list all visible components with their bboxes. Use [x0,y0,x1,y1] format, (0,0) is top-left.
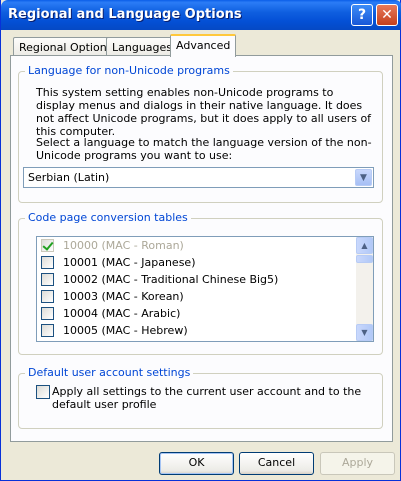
list-item[interactable]: 10002 (MAC - Traditional Chinese Big5) [41,272,351,289]
scroll-thumb[interactable] [356,255,373,263]
language-select-value: Serbian (Latin) [28,171,110,184]
help-button[interactable]: ? [351,4,373,26]
apply-default-label: Apply all settings to the current user a… [52,385,362,411]
code-page-group-title: Code page conversion tables [25,211,191,224]
title-bar[interactable]: Regional and Language Options ? ✕ [1,0,401,30]
list-item[interactable]: 10003 (MAC - Korean) [41,289,351,306]
ok-button[interactable]: OK [159,452,234,475]
code-page-list[interactable]: 10000 (MAC - Roman) 10001 (MAC - Japanes… [36,236,374,342]
tab-languages[interactable]: Languages [106,37,179,56]
list-item-label: 10002 (MAC - Traditional Chinese Big5) [63,273,279,286]
apply-button[interactable]: Apply [320,452,395,475]
dialog-window: Regional and Language Options ? ✕ Region… [0,0,401,481]
list-item[interactable]: 10005 (MAC - Hebrew) [41,323,351,340]
default-user-group-title: Default user account settings [25,366,194,379]
tab-label: Languages [112,41,173,54]
tab-label: Advanced [176,39,231,52]
non-unicode-description: This system setting enables non-Unicode … [36,86,372,138]
close-button[interactable]: ✕ [376,4,398,26]
language-select[interactable]: Serbian (Latin) ▼ [23,167,374,188]
checkbox[interactable] [41,256,54,269]
help-icon: ? [357,7,367,23]
scroll-up-arrow-icon[interactable]: ▲ [356,237,373,254]
tab-advanced[interactable]: Advanced [170,34,237,57]
list-item-label: 10003 (MAC - Korean) [63,290,184,303]
non-unicode-instruction: Select a language to match the language … [36,136,372,162]
list-item[interactable]: 10000 (MAC - Roman) [41,238,351,255]
window-title: Regional and Language Options [8,7,242,22]
list-item-label: 10000 (MAC - Roman) [63,239,184,252]
scroll-down-arrow-icon[interactable]: ▼ [356,324,373,341]
apply-default-checkbox[interactable] [36,385,50,399]
chevron-down-icon[interactable]: ▼ [355,169,372,186]
tab-label: Regional Options [19,41,113,54]
list-item-label: 10005 (MAC - Hebrew) [63,324,188,337]
list-item-label: 10001 (MAC - Japanese) [63,256,196,269]
list-item[interactable]: 10001 (MAC - Japanese) [41,255,351,272]
checkbox[interactable] [41,239,54,252]
list-item-label: 10004 (MAC - Arabic) [63,307,181,320]
non-unicode-group-title: Language for non-Unicode programs [25,64,233,77]
tab-regional-options[interactable]: Regional Options [13,37,119,56]
list-item[interactable]: 10004 (MAC - Arabic) [41,306,351,323]
checkbox[interactable] [41,290,54,303]
vertical-scrollbar[interactable]: ▲ ▼ [356,237,373,341]
close-icon: ✕ [381,7,393,23]
cancel-button[interactable]: Cancel [239,452,314,475]
checkbox[interactable] [41,307,54,320]
checkbox[interactable] [41,324,54,337]
checkbox[interactable] [41,273,54,286]
